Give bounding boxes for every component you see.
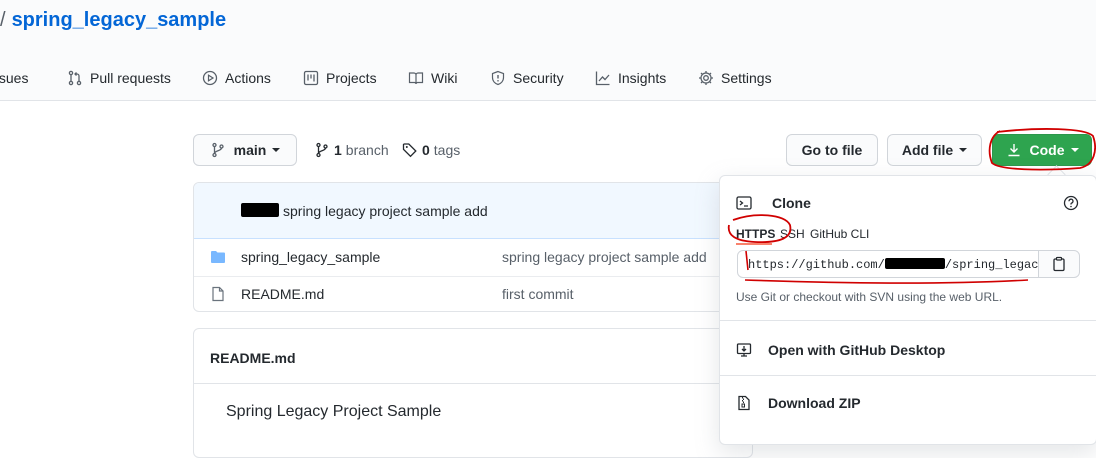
- chevron-down-icon: [272, 148, 281, 152]
- tab-wiki[interactable]: Wiki: [408, 66, 457, 90]
- copy-button[interactable]: [1038, 250, 1080, 278]
- file-name-link[interactable]: README.md: [241, 286, 324, 302]
- tag-count-number: 0: [422, 142, 430, 158]
- file-name-link[interactable]: spring_legacy_sample: [241, 249, 380, 265]
- repo-title: / spring_legacy_sample: [0, 9, 226, 32]
- latest-commit-bar: spring legacy project sample add: [194, 183, 752, 239]
- branch-count-label: branch: [345, 142, 389, 158]
- book-icon: [408, 72, 424, 85]
- tags-link[interactable]: 0 tags: [402, 141, 460, 159]
- clipboard-icon: [1053, 256, 1065, 272]
- redacted-username: [884, 258, 945, 269]
- branch-icon: [212, 142, 224, 158]
- tag-icon: [402, 143, 417, 158]
- go-to-file-button[interactable]: Go to file: [786, 134, 878, 166]
- open-desktop-item[interactable]: Open with GitHub Desktop: [736, 340, 945, 360]
- branch-icon: [316, 142, 328, 158]
- branch-count-number: 1: [334, 142, 342, 158]
- tab-projects-label: Projects: [326, 70, 377, 86]
- clone-url-input[interactable]: https://github.com/ /spring_legacy: [737, 250, 1039, 278]
- readme-filename: README.md: [210, 350, 296, 366]
- chevron-down-icon: [1070, 148, 1079, 152]
- tab-ssh[interactable]: SSH: [780, 227, 805, 241]
- tab-selected-underline: [736, 243, 772, 245]
- graph-icon: [595, 71, 610, 86]
- tab-security[interactable]: Security: [490, 66, 564, 90]
- question-icon[interactable]: [1063, 195, 1079, 211]
- branches-link[interactable]: 1 branch: [314, 141, 389, 159]
- folder-icon: [211, 251, 225, 263]
- shield-icon: [491, 70, 505, 86]
- divider: [720, 320, 1096, 321]
- download-icon: [1008, 144, 1019, 157]
- tab-github-cli[interactable]: GitHub CLI: [810, 227, 869, 241]
- gear-icon: [699, 71, 713, 85]
- tab-actions[interactable]: Actions: [202, 66, 271, 90]
- code-button[interactable]: Code: [992, 134, 1092, 166]
- repo-name-link[interactable]: spring_legacy_sample: [12, 9, 227, 31]
- tab-pull-requests-label: Pull requests: [90, 70, 171, 86]
- code-button-label: Code: [1029, 142, 1065, 158]
- desktop-download-icon: [736, 343, 752, 357]
- pull-request-icon: [68, 70, 82, 86]
- file-icon: [212, 286, 224, 302]
- tab-security-label: Security: [513, 70, 564, 86]
- download-zip-item[interactable]: Download ZIP: [736, 393, 861, 413]
- open-desktop-label: Open with GitHub Desktop: [768, 342, 946, 358]
- tab-https[interactable]: HTTPS: [736, 227, 775, 241]
- divider: [720, 375, 1096, 376]
- tab-wiki-label: Wiki: [431, 70, 458, 86]
- chevron-down-icon: [959, 148, 968, 152]
- download-zip-label: Download ZIP: [768, 395, 861, 411]
- readme-heading: Spring Legacy Project Sample: [226, 403, 442, 420]
- clone-url-prefix: https://github.com/: [748, 258, 885, 272]
- terminal-icon: [736, 196, 752, 210]
- table-row[interactable]: README.md first commit: [194, 276, 752, 311]
- tab-issues-label: Issues: [0, 70, 29, 86]
- tab-pull-requests[interactable]: Pull requests: [67, 66, 171, 90]
- tab-issues[interactable]: Issues: [0, 66, 28, 90]
- clone-title: Clone: [772, 195, 811, 211]
- play-icon: [202, 70, 218, 86]
- avatar: [241, 203, 279, 217]
- tab-settings-label: Settings: [721, 70, 772, 86]
- branch-name: main: [233, 142, 267, 158]
- clone-url-suffix: /spring_legacy: [944, 258, 1039, 272]
- latest-commit-message[interactable]: spring legacy project sample add: [283, 203, 488, 219]
- table-row[interactable]: spring_legacy_sample spring legacy proje…: [194, 239, 752, 277]
- divider: [194, 383, 752, 384]
- file-commit-message[interactable]: spring legacy project sample add: [502, 249, 707, 265]
- add-file-label: Add file: [901, 142, 954, 158]
- tab-insights-label: Insights: [618, 70, 667, 86]
- branch-select-button[interactable]: main: [193, 134, 297, 166]
- tab-actions-label: Actions: [225, 70, 271, 86]
- clone-dropdown: Clone HTTPS SSH GitHub CLI https://githu…: [719, 175, 1096, 445]
- project-icon: [303, 70, 319, 86]
- clone-url-text: https://github.com/ /spring_legacy: [748, 258, 1039, 272]
- file-list: spring legacy project sample add spring_…: [193, 182, 753, 312]
- file-commit-message[interactable]: first commit: [502, 286, 574, 302]
- tag-count-label: tags: [433, 142, 461, 158]
- file-zip-icon: [738, 395, 750, 411]
- tab-insights[interactable]: Insights: [595, 66, 666, 90]
- clone-hint: Use Git or checkout with SVN using the w…: [736, 290, 1003, 304]
- path-separator: /: [0, 9, 6, 31]
- add-file-button[interactable]: Add file: [887, 134, 982, 166]
- tab-projects[interactable]: Projects: [303, 66, 377, 90]
- repo-header: / spring_legacy_sample Issues Pull reques…: [0, 0, 1096, 101]
- tab-settings[interactable]: Settings: [698, 66, 772, 90]
